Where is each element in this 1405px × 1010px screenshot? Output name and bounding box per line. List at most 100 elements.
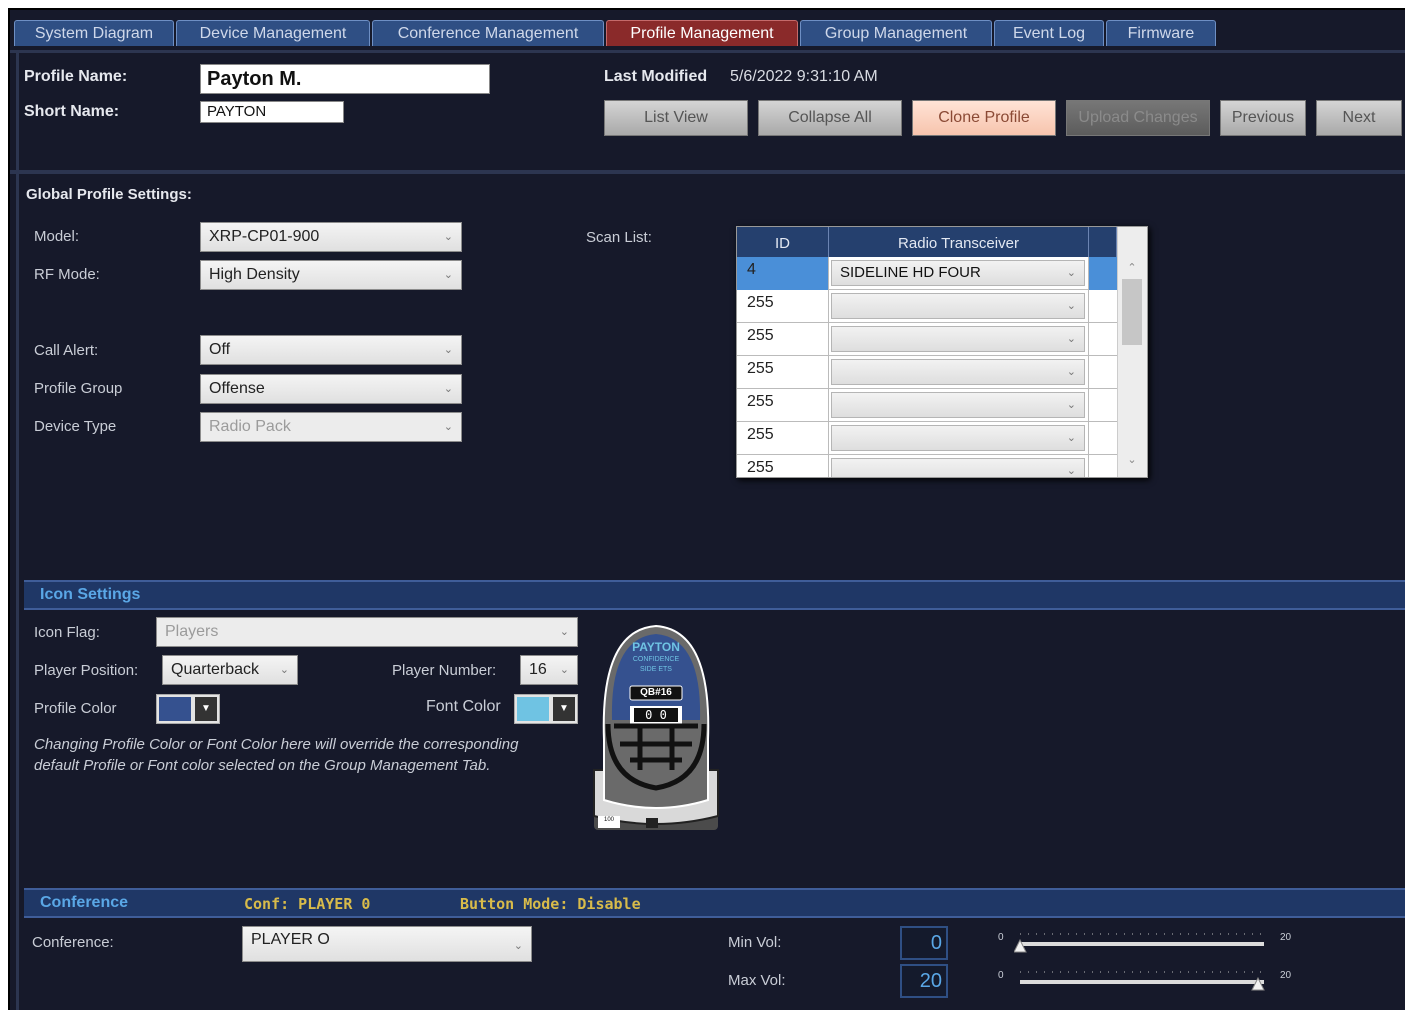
grid-cell-radio: ⌄ [829, 356, 1089, 389]
max-vol-slider[interactable] [1014, 970, 1270, 992]
icon-flag-label: Icon Flag: [34, 624, 100, 641]
call-alert-select[interactable]: Off ⌄ [200, 335, 462, 365]
scan-list-grid[interactable]: ID Radio Transceiver ⌃ ⌄ 4 SIDELINE HD FO… [736, 226, 1148, 478]
min-vol-value[interactable]: 0 [900, 926, 948, 960]
grid-row[interactable]: 255 ⌄ [737, 323, 1117, 356]
global-settings-title: Global Profile Settings: [26, 186, 192, 203]
chevron-down-icon: ⌄ [1066, 267, 1076, 279]
previous-button[interactable]: Previous [1220, 100, 1306, 136]
grid-cell-blank [1089, 389, 1117, 422]
tab-system-diagram[interactable]: System Diagram [14, 20, 174, 46]
grid-cell-radio: SIDELINE HD FOUR ⌄ [829, 257, 1089, 290]
color-dropdown-icon[interactable]: ▼ [553, 697, 575, 721]
grid-cell-id[interactable]: 255 [737, 389, 829, 422]
grid-row[interactable]: 255 ⌄ [737, 455, 1117, 477]
model-select[interactable]: XRP-CP01-900 ⌄ [200, 222, 462, 252]
preview-sub1: CONFIDENCE [632, 656, 680, 663]
chevron-down-icon: ⌄ [1066, 432, 1076, 444]
grid-cell-id[interactable]: 4 [737, 257, 829, 290]
max-vol-value[interactable]: 20 [900, 964, 948, 998]
grid-header-blank [1089, 227, 1117, 257]
tab-event-log[interactable]: Event Log [994, 20, 1104, 46]
short-name-label: Short Name: [24, 103, 120, 120]
conference-select[interactable]: PLAYER O ⌄ [242, 926, 532, 962]
color-dropdown-icon[interactable]: ▼ [195, 697, 217, 721]
scroll-down-icon[interactable]: ⌄ [1118, 453, 1146, 469]
radio-transceiver-select[interactable]: ⌄ [831, 458, 1085, 477]
tab-conference-management[interactable]: Conference Management [372, 20, 604, 46]
preview-battery: 100 [603, 817, 614, 823]
grid-cell-radio: ⌄ [829, 422, 1089, 455]
conference-bar: Conference Conf: PLAYER 0 Button Mode: D… [24, 888, 1405, 918]
preview-tag: QB#16 [640, 687, 672, 698]
grid-row[interactable]: 255 ⌄ [737, 356, 1117, 389]
tab-profile-management[interactable]: Profile Management [606, 20, 798, 46]
grid-row[interactable]: 255 ⌄ [737, 290, 1117, 323]
clone-profile-button[interactable]: Clone Profile [912, 100, 1056, 136]
grid-row[interactable]: 4 SIDELINE HD FOUR ⌄ [737, 257, 1117, 290]
short-name-input[interactable]: PAYTON [200, 101, 344, 123]
chevron-down-icon: ⌄ [443, 269, 453, 281]
chevron-down-icon: ⌄ [1066, 333, 1076, 345]
button-mode-status: Button Mode: Disable [460, 895, 641, 913]
color-override-note: Changing Profile Color or Font Color her… [34, 736, 519, 774]
profile-group-select[interactable]: Offense ⌄ [200, 374, 462, 404]
chevron-down-icon: ⌄ [1066, 465, 1076, 477]
min-slider-high-label: 20 [1280, 932, 1292, 943]
tab-group-management[interactable]: Group Management [800, 20, 992, 46]
grid-cell-id[interactable]: 255 [737, 356, 829, 389]
grid-cell-blank [1089, 422, 1117, 455]
grid-header-radio[interactable]: Radio Transceiver [829, 227, 1089, 257]
grid-cell-id[interactable]: 255 [737, 290, 829, 323]
header-divider [10, 170, 1405, 174]
tab-firmware[interactable]: Firmware [1106, 20, 1216, 46]
collapse-all-button[interactable]: Collapse All [758, 100, 902, 136]
last-modified-value: 5/6/2022 9:31:10 AM [730, 68, 878, 85]
grid-row[interactable]: 255 ⌄ [737, 389, 1117, 422]
profile-color-label: Profile Color [34, 700, 117, 717]
radio-transceiver-select[interactable]: ⌄ [831, 425, 1085, 451]
icon-settings-bar: Icon Settings [24, 580, 1405, 610]
radio-transceiver-select[interactable]: SIDELINE HD FOUR ⌄ [831, 260, 1085, 286]
scroll-thumb[interactable] [1122, 279, 1142, 345]
font-color-picker[interactable]: ▼ [514, 694, 578, 724]
player-position-select[interactable]: Quarterback ⌄ [162, 655, 298, 685]
list-view-button[interactable]: List View [604, 100, 748, 136]
radio-transceiver-select[interactable]: ⌄ [831, 326, 1085, 352]
radio-transceiver-select[interactable]: ⌄ [831, 392, 1085, 418]
grid-cell-blank [1089, 290, 1117, 323]
grid-cell-id[interactable]: 255 [737, 323, 829, 356]
font-color-label: Font Color [426, 698, 501, 715]
grid-cell-radio: ⌄ [829, 290, 1089, 323]
grid-cell-id[interactable]: 255 [737, 422, 829, 455]
min-vol-label: Min Vol: [728, 934, 782, 951]
preview-name: PAYTON [632, 640, 680, 654]
profile-name-input[interactable]: Payton M. [200, 64, 490, 94]
conference-title: Conference [40, 894, 129, 911]
grid-cell-blank [1089, 323, 1117, 356]
player-icon-preview: PAYTON CONFIDENCE SIDE ETS QB#16 0 0 100 [590, 620, 722, 832]
player-position-label: Player Position: [34, 662, 139, 679]
chevron-down-icon: ⌄ [443, 344, 453, 356]
scan-list-label: Scan List: [586, 229, 652, 246]
tab-device-management[interactable]: Device Management [176, 20, 370, 46]
profile-color-picker[interactable]: ▼ [156, 694, 220, 724]
grid-header-id[interactable]: ID [737, 227, 829, 257]
radio-transceiver-select[interactable]: ⌄ [831, 359, 1085, 385]
grid-cell-id[interactable]: 255 [737, 455, 829, 477]
grid-cell-blank [1089, 257, 1117, 290]
grid-row[interactable]: 255 ⌄ [737, 422, 1117, 455]
scroll-up-icon[interactable]: ⌃ [1118, 261, 1146, 277]
chevron-down-icon: ⌄ [1066, 366, 1076, 378]
upload-changes-button[interactable]: Upload Changes [1066, 100, 1210, 136]
tab-bar: System Diagram Device Management Confere… [10, 10, 1405, 53]
player-number-select[interactable]: 16 ⌄ [520, 655, 578, 685]
next-button[interactable]: Next [1316, 100, 1402, 136]
left-border [16, 50, 19, 170]
min-vol-slider[interactable] [1013, 932, 1270, 954]
chevron-down-icon: ⌄ [443, 231, 453, 243]
rf-mode-select[interactable]: High Density ⌄ [200, 260, 462, 290]
radio-transceiver-select[interactable]: ⌄ [831, 293, 1085, 319]
grid-scrollbar[interactable]: ⌃ ⌄ [1117, 227, 1147, 477]
max-slider-low-label: 0 [998, 970, 1004, 981]
